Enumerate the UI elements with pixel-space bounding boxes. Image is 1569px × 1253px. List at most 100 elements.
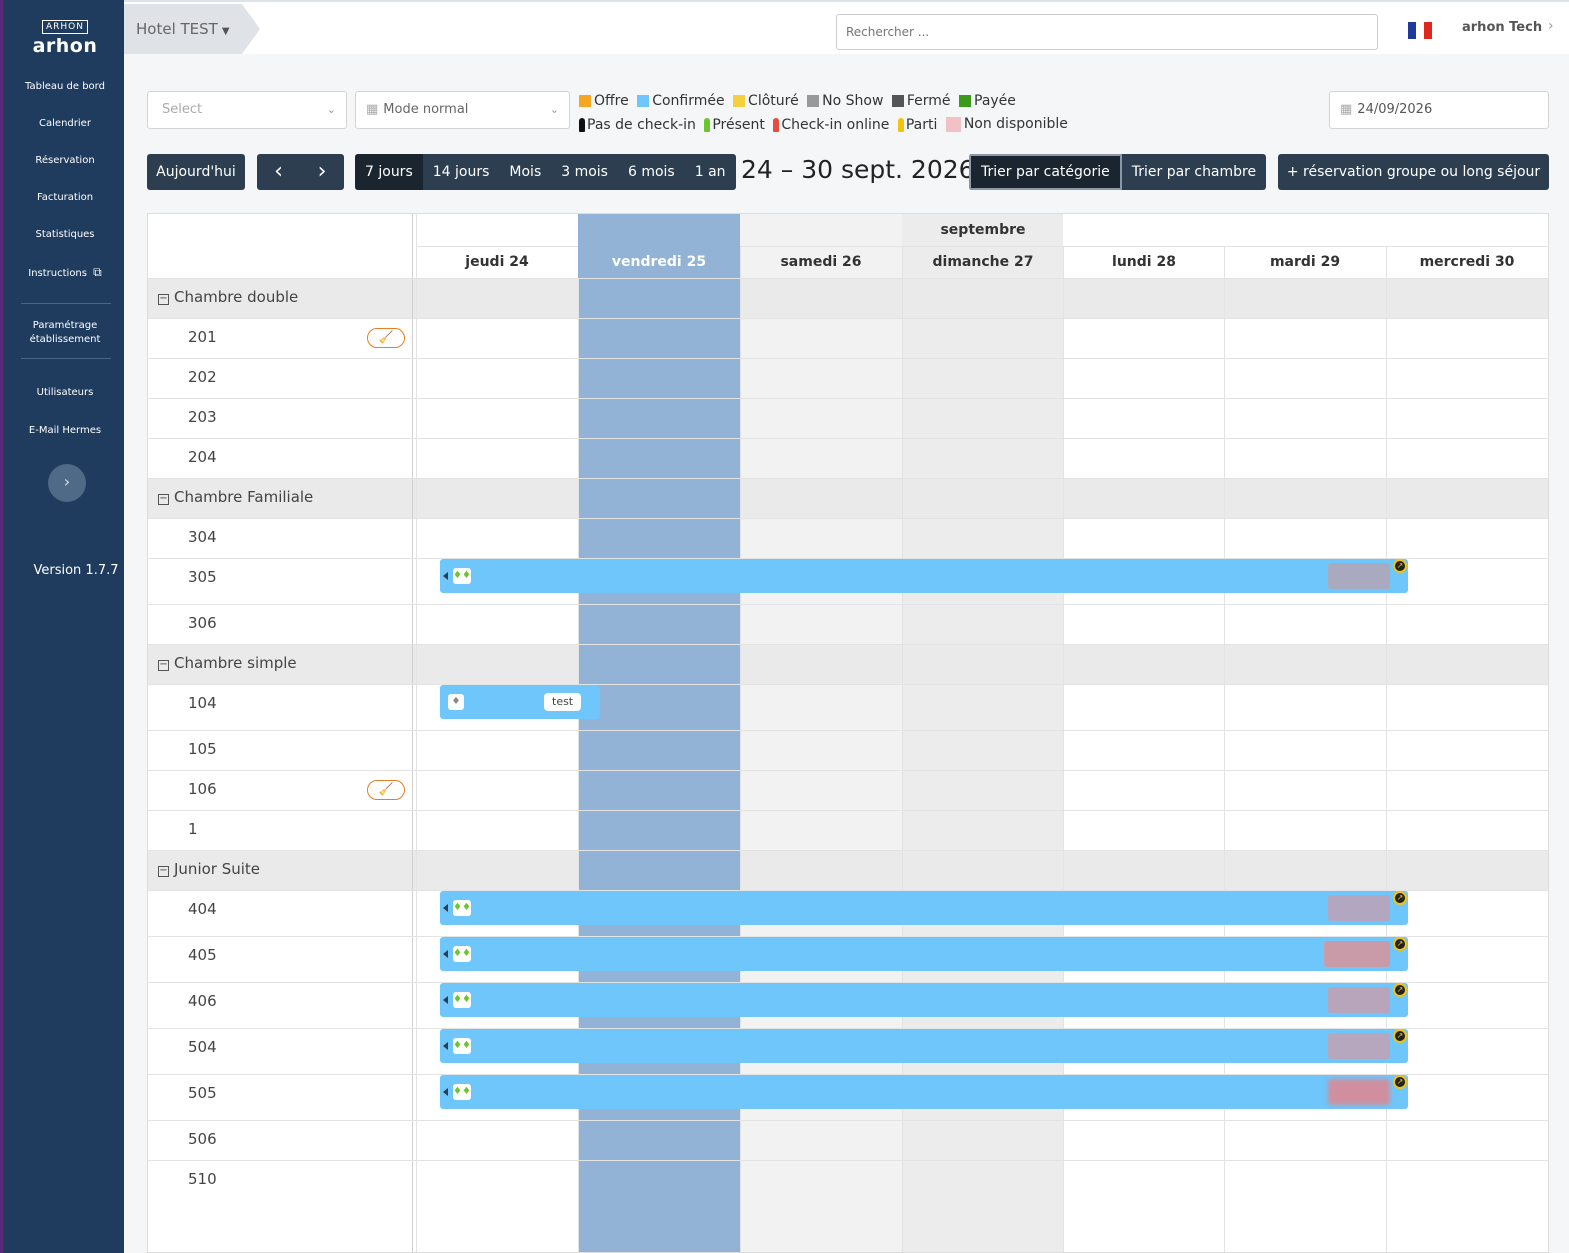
view-1-an[interactable]: 1 an: [685, 154, 736, 190]
next-button[interactable]: ›: [300, 154, 344, 190]
legend-offre: Offre: [579, 93, 629, 109]
mode-select[interactable]: ▦ Mode normal ⌄: [355, 91, 570, 129]
nav-tableau-de-bord[interactable]: Tableau de bord: [3, 80, 127, 94]
payment-status-block: [1328, 563, 1390, 589]
reservation-bar[interactable]: ♦♦ ↗: [440, 937, 1408, 971]
grid-line: [148, 278, 1548, 279]
grid-line: [416, 214, 417, 1252]
legend-payee: Payée: [959, 93, 1016, 109]
french-flag-icon[interactable]: [1408, 22, 1432, 39]
chevron-down-icon: ⌄: [549, 103, 559, 116]
room-label: 203: [188, 408, 217, 426]
chevron-right-icon[interactable]: ›: [1548, 18, 1554, 34]
guest-no-checkin-icon: ♦: [448, 694, 464, 710]
nav-statistiques[interactable]: Statistiques: [3, 228, 127, 242]
checkin-legend: Pas de check-in Présent Check-in online …: [579, 116, 1072, 136]
logo-text: arhon: [32, 35, 98, 57]
reservation-bar[interactable]: ♦♦ ↗: [440, 891, 1408, 925]
select-placeholder: Select: [162, 102, 203, 117]
grid-line: [148, 850, 1548, 851]
nav-facturation[interactable]: Facturation: [3, 191, 127, 205]
collapse-icon: −: [158, 659, 169, 671]
reservation-bar[interactable]: ♦♦ ↗: [440, 559, 1408, 593]
today-button[interactable]: Aujourd'hui: [147, 154, 245, 190]
category-chambre-double[interactable]: − Chambre double: [158, 288, 298, 306]
hotel-selector[interactable]: Hotel TEST ▼: [124, 4, 260, 54]
room-label: 306: [188, 614, 217, 632]
caret-down-icon: ▼: [221, 26, 230, 37]
category-junior-suite[interactable]: − Junior Suite: [158, 860, 260, 878]
view-mois[interactable]: Mois: [499, 154, 551, 190]
category-chambre-familiale[interactable]: − Chambre Familiale: [158, 488, 313, 506]
reservation-bar[interactable]: ♦♦ ↗: [440, 1029, 1408, 1063]
sort-switcher: Trier par catégorie Trier par chambre: [969, 154, 1267, 190]
cleaning-broom-icon[interactable]: 🧹: [367, 328, 405, 348]
grid-line: [148, 518, 1548, 519]
prev-button[interactable]: ‹: [257, 154, 300, 190]
day-header: samedi 26: [780, 254, 862, 270]
grid-line: [148, 478, 1548, 479]
sort-by-room-button[interactable]: Trier par chambre: [1122, 154, 1266, 190]
view-7-jours[interactable]: 7 jours: [355, 154, 423, 190]
room-label: 404: [188, 900, 217, 918]
category-chambre-simple[interactable]: − Chambre simple: [158, 654, 297, 672]
continues-left-icon: [443, 1088, 448, 1096]
grid-line: [148, 684, 1548, 685]
chevron-down-icon: ⌄: [326, 103, 336, 116]
view-14-jours[interactable]: 14 jours: [423, 154, 500, 190]
grid-line: [148, 358, 1548, 359]
view-3-mois[interactable]: 3 mois: [551, 154, 618, 190]
category-row: [148, 644, 1548, 684]
collapse-icon: −: [158, 493, 169, 505]
grid-line: [148, 438, 1548, 439]
grid-line: [148, 770, 1548, 771]
sidebar-expand-button[interactable]: ›: [48, 464, 86, 502]
version-label: Version 1.7.7: [33, 563, 119, 578]
logo-mark: ARHON: [42, 20, 88, 34]
continues-left-icon: [443, 904, 448, 912]
room-label: 106: [188, 780, 217, 798]
nav-calendrier[interactable]: Calendrier: [3, 117, 127, 131]
sort-by-category-button[interactable]: Trier par catégorie: [969, 154, 1122, 190]
calendar-grid: septembre jeudi 24 vendredi 25 samedi 26…: [147, 213, 1549, 1253]
room-label: 304: [188, 528, 217, 546]
room-label: 405: [188, 946, 217, 964]
status-legend: Offre Confirmée Clôturé No Show Fermé Pa…: [579, 93, 1020, 111]
logo[interactable]: ARHON arhon: [3, 14, 127, 57]
departure-badge-icon: ↗: [1393, 937, 1407, 951]
nav-reservation[interactable]: Réservation: [3, 154, 127, 168]
room-label: 1: [188, 820, 198, 838]
departure-badge-icon: ↗: [1393, 891, 1407, 905]
group-booking-button[interactable]: + réservation groupe ou long séjour: [1278, 154, 1549, 190]
external-link-icon: ⧉: [93, 265, 102, 279]
nav-email-hermes[interactable]: E-Mail Hermes: [3, 424, 127, 438]
user-name[interactable]: arhon Tech: [1462, 20, 1542, 35]
room-label: 202: [188, 368, 217, 386]
reservation-bar[interactable]: ♦♦ ↗: [440, 1075, 1408, 1109]
day-header: dimanche 27: [932, 254, 1034, 270]
date-picker[interactable]: ▦ 24/09/2026: [1329, 91, 1549, 129]
reservation-bar[interactable]: ♦♦ ↗: [440, 983, 1408, 1017]
grid-line: [148, 644, 1548, 645]
nav-instructions[interactable]: Instructions ⧉: [3, 265, 127, 281]
category-row: [148, 278, 1548, 318]
nav-utilisateurs[interactable]: Utilisateurs: [3, 386, 127, 400]
reservation-bar[interactable]: ♦ test: [440, 685, 600, 719]
departure-badge-icon: ↗: [1393, 1029, 1407, 1043]
continues-left-icon: [443, 1042, 448, 1050]
departure-badge-icon: ↗: [1393, 1075, 1407, 1089]
nav-parametrage[interactable]: Paramétrage établissement: [3, 319, 127, 347]
legend-ferme: Fermé: [891, 93, 951, 109]
reservation-tag: test: [544, 693, 582, 711]
day-header-today: vendredi 25: [578, 246, 740, 278]
collapse-icon: −: [158, 293, 169, 305]
search-input[interactable]: [836, 14, 1378, 50]
continues-left-icon: [443, 950, 448, 958]
category-row: [148, 478, 1548, 518]
cleaning-broom-icon[interactable]: 🧹: [367, 780, 405, 800]
chevron-right-icon: ›: [63, 472, 71, 491]
view-6-mois[interactable]: 6 mois: [618, 154, 685, 190]
legend-no-show: No Show: [807, 93, 883, 109]
room-type-select[interactable]: Select ⌄: [147, 91, 347, 129]
nav-instructions-label: Instructions: [28, 268, 87, 279]
